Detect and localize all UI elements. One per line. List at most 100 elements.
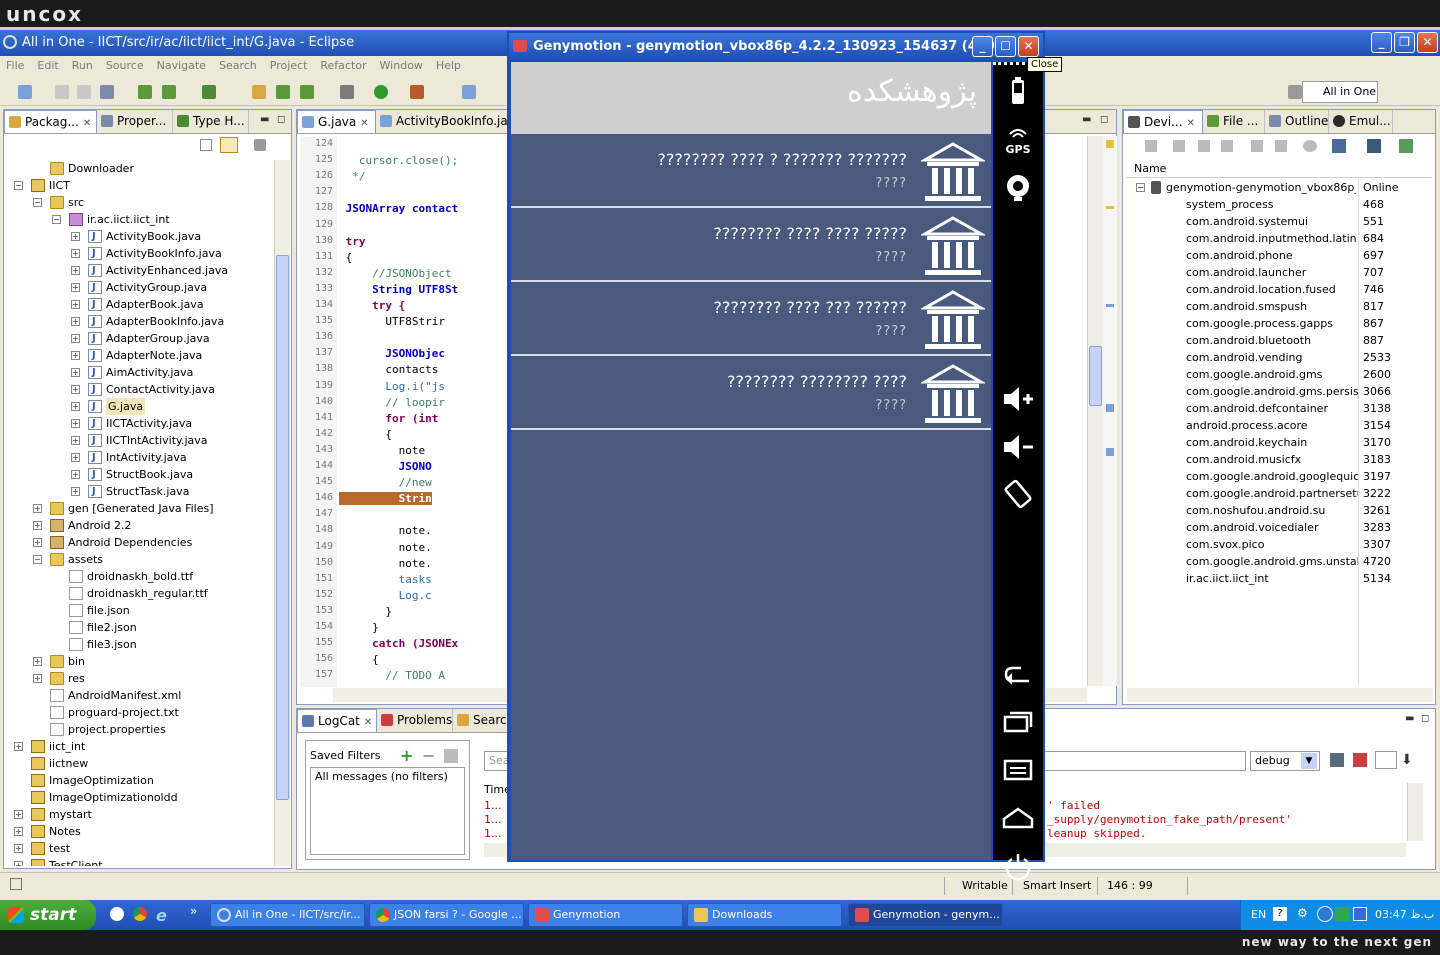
expand-icon[interactable]: +	[33, 521, 42, 530]
expand-icon[interactable]: +	[71, 487, 80, 496]
opengl-trace-icon[interactable]	[1399, 139, 1413, 153]
list-item[interactable]: ???????? ???? ??? ??????????	[511, 282, 991, 356]
expand-icon[interactable]: +	[71, 334, 80, 343]
collapse-icon[interactable]: −	[33, 555, 42, 564]
tab-outline[interactable]: Outline	[1265, 110, 1329, 133]
code-line[interactable]: note.	[339, 524, 432, 537]
add-filter-icon[interactable]: +	[400, 746, 413, 765]
menu-run[interactable]: Run	[72, 56, 93, 76]
edit-filter-icon[interactable]	[444, 749, 458, 763]
code-line[interactable]: {	[339, 428, 392, 441]
menu-navigate[interactable]: Navigate	[157, 56, 206, 76]
recent-apps-icon[interactable]	[1001, 707, 1035, 737]
process-row[interactable]: com.android.defcontainer 3138	[1126, 400, 1432, 417]
expand-icon[interactable]: +	[71, 317, 80, 326]
debug-process-icon[interactable]	[1145, 140, 1157, 152]
code-line[interactable]: //new	[339, 476, 432, 489]
maximize-view-icon[interactable]: ◻	[277, 114, 285, 125]
clear-log-icon[interactable]	[1353, 753, 1367, 767]
systrace-icon[interactable]	[1367, 139, 1381, 153]
process-row[interactable]: com.android.location.fused 746	[1126, 281, 1432, 298]
list-item[interactable]: ???????? ???????? ????????	[511, 356, 991, 430]
expand-icon[interactable]: +	[71, 283, 80, 292]
list-item[interactable]: All messages (no filters)	[311, 768, 464, 785]
expand-icon[interactable]: +	[71, 300, 80, 309]
volume-up-icon[interactable]	[1001, 384, 1035, 414]
code-line[interactable]: Strin	[339, 492, 432, 506]
new-class-icon[interactable]	[300, 85, 314, 99]
task-genymotion[interactable]: Genymotion	[528, 903, 683, 927]
task-chrome[interactable]: JSON farsi ? - Google ...	[369, 903, 524, 927]
list-item[interactable]: ???????? ???? ???? ?????????	[511, 208, 991, 282]
tab-close-icon[interactable]: ✕	[360, 118, 368, 129]
genymotion-maximize-button[interactable]: ☐	[995, 36, 1016, 57]
minimize-view-icon[interactable]: ▬	[260, 114, 269, 125]
code-line[interactable]: }	[339, 621, 379, 634]
device-row[interactable]: − genymotion-genymotion_vbox86p_4_2_ Onlin…	[1126, 179, 1432, 196]
language-indicator[interactable]: EN	[1251, 908, 1266, 921]
expand-icon[interactable]: +	[71, 368, 80, 377]
collapse-icon[interactable]: −	[1136, 183, 1145, 192]
occurrence-marker[interactable]	[1106, 404, 1114, 412]
process-row[interactable]: com.google.android.partnersetup 3222	[1126, 485, 1432, 502]
battery-icon[interactable]	[1001, 76, 1035, 106]
process-row[interactable]: android.process.acore 3154	[1126, 417, 1432, 434]
code-editor[interactable]: 124 125 126 127 128 129 130 131 132 133 134 135 136 1…	[301, 137, 509, 687]
code-line[interactable]: note.	[339, 541, 432, 554]
tab-close-icon[interactable]: ✕	[1187, 118, 1195, 129]
quicklaunch-settings-icon[interactable]	[110, 907, 124, 921]
debug-icon[interactable]	[340, 85, 354, 99]
open-perspective-icon[interactable]	[1288, 85, 1302, 99]
log-message[interactable]: ' failed	[1047, 799, 1407, 813]
menu-search[interactable]: Search	[219, 56, 257, 76]
expand-icon[interactable]: +	[14, 827, 23, 836]
clock[interactable]: 03:47 ب.ظ	[1375, 908, 1434, 921]
process-row[interactable]: com.google.process.gapps 867	[1126, 315, 1432, 332]
android-sdk-icon[interactable]	[138, 85, 152, 99]
expand-icon[interactable]: +	[71, 249, 80, 258]
open-type-icon[interactable]	[252, 85, 266, 99]
process-row[interactable]: com.android.musicfx 3183	[1126, 451, 1432, 468]
code-line[interactable]: Log.i("js	[339, 380, 445, 393]
expand-icon[interactable]: +	[71, 351, 80, 360]
menu-project[interactable]: Project	[270, 56, 308, 76]
dump-hprof-icon[interactable]	[1198, 140, 1210, 152]
run-icon[interactable]	[374, 85, 388, 99]
process-row[interactable]: system_process 468	[1126, 196, 1432, 213]
devices-hscrollbar[interactable]	[1127, 688, 1433, 702]
code-line[interactable]: cursor.close();	[339, 154, 458, 167]
expand-icon[interactable]: +	[71, 266, 80, 275]
external-tools-icon[interactable]	[410, 85, 424, 99]
expand-icon[interactable]: +	[71, 402, 80, 411]
scrollbar-thumb[interactable]	[276, 255, 289, 800]
code-line[interactable]: {	[339, 653, 379, 666]
code-line[interactable]: JSONArray contact	[339, 202, 459, 215]
menu-file[interactable]: File	[6, 56, 24, 76]
tray-options-icon[interactable]: ⚙	[1297, 906, 1308, 920]
expand-icon[interactable]: +	[71, 436, 80, 445]
tab-emulator-control[interactable]: Emul...	[1329, 110, 1393, 133]
collapse-icon[interactable]: −	[52, 215, 61, 224]
tab-g-java[interactable]: G.java ✕	[297, 110, 376, 133]
minimize-button[interactable]: _	[1371, 32, 1392, 53]
menu-icon[interactable]	[1001, 755, 1035, 785]
perspective-switch[interactable]: All in One	[1302, 81, 1378, 103]
tray-arrow-icon[interactable]	[1317, 906, 1333, 922]
editor-scrollbar[interactable]	[1087, 136, 1103, 686]
expand-icon[interactable]: +	[71, 232, 80, 241]
expand-icon[interactable]: +	[33, 538, 42, 547]
process-row[interactable]: com.android.systemui 551	[1126, 213, 1432, 230]
maximize-view-icon[interactable]: ◻	[1100, 114, 1108, 125]
code-line[interactable]: JSONO	[339, 460, 432, 473]
tab-activitybookinfo-java[interactable]: ActivityBookInfo.java	[376, 110, 526, 133]
quicklaunch-more-icon[interactable]: »	[190, 904, 197, 918]
minimize-view-icon[interactable]: ▬	[1082, 114, 1091, 125]
save-log-icon[interactable]	[1330, 753, 1344, 767]
home-icon[interactable]	[1001, 803, 1035, 833]
code-line[interactable]: UTF8Strir	[339, 315, 445, 328]
code-line[interactable]: //JSONObject	[339, 267, 451, 280]
menu-edit[interactable]: Edit	[37, 56, 58, 76]
code-line[interactable]: for (int	[339, 412, 438, 425]
occurrence-marker[interactable]	[1106, 206, 1114, 209]
task-eclipse[interactable]: All in One - IICT/src/ir...	[210, 903, 365, 927]
